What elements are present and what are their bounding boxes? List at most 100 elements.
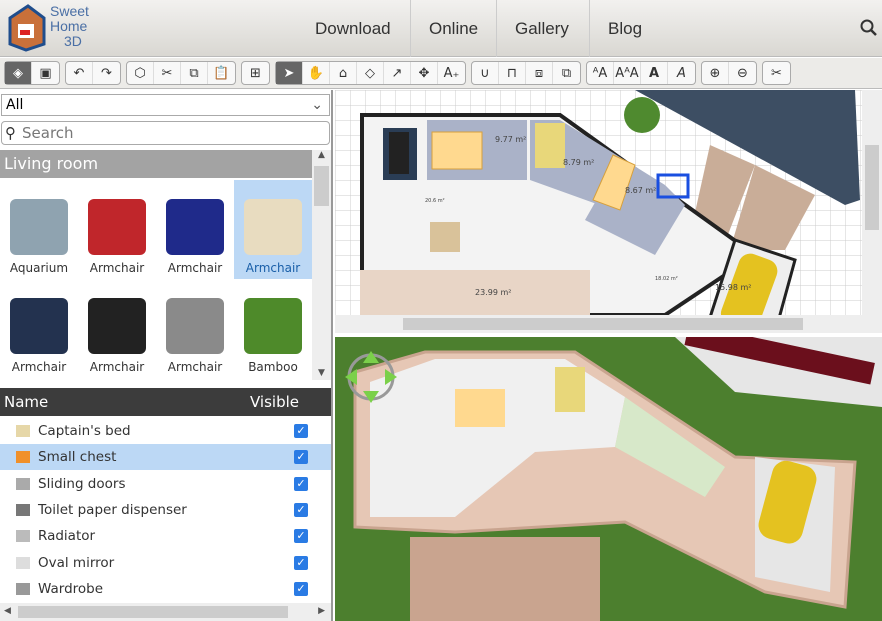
- column-visible[interactable]: Visible: [250, 388, 299, 416]
- column-name[interactable]: Name: [4, 388, 48, 416]
- nav-download[interactable]: Download: [297, 0, 409, 57]
- toolbar: ◈ ▣ ↶ ↷ ⬡ ✂ ⧉ 📋 ⊞ ➤ ✋ ⌂ ◇ ↗ ✥ A₊ ∪ ⊓ ⧈ ⧉ ᴬA AᴬA A A ⊕ ⊖ ✂: [0, 58, 882, 89]
- bold-icon[interactable]: A: [641, 62, 668, 84]
- table-horizontal-scrollbar[interactable]: ◀ ▶: [0, 603, 331, 621]
- furniture-icon: [16, 556, 30, 569]
- undo-icon[interactable]: ↶: [66, 62, 93, 84]
- catalog-item[interactable]: Aquarium: [0, 180, 78, 279]
- furniture-thumbnail: [10, 298, 68, 354]
- toolbar-group: ⬡ ✂ ⧉ 📋: [126, 61, 236, 85]
- catalog-item-label: Aquarium: [9, 261, 69, 275]
- category-filter-select[interactable]: All ⌄: [1, 94, 330, 116]
- catalog-item[interactable]: Armchair: [234, 180, 312, 279]
- area-label: 18.02 m²: [655, 276, 678, 282]
- floor-plan[interactable]: 9.77 m² 8.79 m² 8.67 m² 23.99 m² 20.6 m²…: [335, 90, 882, 333]
- add-label-icon[interactable]: A₊: [438, 62, 465, 84]
- 3d-view[interactable]: [335, 337, 882, 621]
- row-name: Sliding doors: [38, 475, 126, 492]
- toolbar-group: ⊕ ⊖: [701, 61, 757, 85]
- catalog-item-label: Bamboo: [248, 360, 298, 374]
- redo-icon[interactable]: ↷: [93, 62, 120, 84]
- table-row[interactable]: Small chest ✓: [0, 444, 331, 471]
- furniture-icon: [16, 530, 30, 543]
- flip-icon[interactable]: ⧈: [526, 62, 553, 84]
- 3d-house-render[interactable]: [335, 337, 882, 621]
- left-panel: All ⌄ ⚲ Search Living room Aquarium Armchai…: [0, 90, 333, 621]
- sweet-home-3d-logo[interactable]: [6, 4, 48, 52]
- search-icon[interactable]: [860, 19, 878, 37]
- create-dimensions-icon[interactable]: ✥: [411, 62, 438, 84]
- table-row[interactable]: Toilet paper dispenser ✓: [0, 497, 331, 523]
- visible-checkbox[interactable]: ✓: [294, 450, 308, 465]
- catalog-scrollbar[interactable]: ▲ ▼: [312, 150, 331, 380]
- add-furniture-icon[interactable]: ⬡: [127, 62, 154, 84]
- furniture-thumbnail: [166, 298, 224, 354]
- visible-checkbox[interactable]: ✓: [294, 555, 308, 570]
- toolbar-group: ∪ ⊓ ⧈ ⧉: [471, 61, 581, 85]
- toolbar-group: ✂: [762, 61, 791, 85]
- italic-icon[interactable]: A: [668, 62, 695, 84]
- furniture-icon: [16, 477, 30, 490]
- table-row[interactable]: Captain's bed ✓: [0, 418, 331, 444]
- increase-text-icon[interactable]: ᴬA: [587, 62, 614, 84]
- toolbar-group: ⊞: [241, 61, 270, 85]
- row-name: Wardrobe: [38, 580, 104, 597]
- catalog-item[interactable]: Armchair: [78, 279, 156, 378]
- copy-icon[interactable]: ⧉: [181, 62, 208, 84]
- table-row[interactable]: Radiator ✓: [0, 523, 331, 549]
- create-rooms-icon[interactable]: ◇: [357, 62, 384, 84]
- search-input[interactable]: ⚲ Search: [1, 121, 330, 145]
- catalog-item[interactable]: Bamboo: [234, 279, 312, 378]
- magnetism-icon[interactable]: ∪: [472, 62, 499, 84]
- select-icon[interactable]: ➤: [276, 62, 303, 84]
- zoom-in-icon[interactable]: ⊕: [702, 62, 729, 84]
- table-row[interactable]: Wardrobe ✓: [0, 576, 331, 602]
- toolbar-group: ᴬA AᴬA A A: [586, 61, 696, 85]
- area-label: 20.6 m²: [425, 198, 445, 204]
- 3d-view-icon[interactable]: ▣: [32, 62, 59, 84]
- zoom-out-icon[interactable]: ⊖: [729, 62, 756, 84]
- area-label: 15.98 m²: [715, 283, 751, 292]
- furniture-thumbnail: [88, 298, 146, 354]
- furniture-icon: [16, 582, 30, 595]
- area-label: 8.67 m²: [625, 186, 656, 195]
- create-walls-icon[interactable]: ⌂: [330, 62, 357, 84]
- group-icon[interactable]: ⧉: [553, 62, 580, 84]
- table-row[interactable]: Oval mirror ✓: [0, 550, 331, 576]
- area-label: 8.79 m²: [563, 158, 594, 167]
- visible-checkbox[interactable]: ✓: [294, 502, 308, 517]
- create-polylines-icon[interactable]: ↗: [384, 62, 411, 84]
- nav-gallery[interactable]: Gallery: [496, 0, 587, 57]
- visible-checkbox[interactable]: ✓: [294, 424, 308, 438]
- row-name: Small chest: [38, 449, 117, 466]
- furniture-thumbnail: [244, 199, 302, 255]
- plan-view-icon[interactable]: ◈: [5, 62, 32, 84]
- search-icon: ⚲: [5, 124, 16, 142]
- lock-icon[interactable]: ⊓: [499, 62, 526, 84]
- row-name: Toilet paper dispenser: [38, 501, 187, 518]
- visible-checkbox[interactable]: ✓: [294, 581, 308, 596]
- cut-icon[interactable]: ✂: [154, 62, 181, 84]
- furniture-table-header: Name Visible: [0, 388, 331, 416]
- category-header: Living room: [0, 150, 312, 178]
- plan-view[interactable]: 9.77 m² 8.79 m² 8.67 m² 23.99 m² 20.6 m²…: [335, 90, 882, 333]
- catalog-item[interactable]: Armchair: [156, 180, 234, 279]
- pan-icon[interactable]: ✋: [303, 62, 330, 84]
- furniture-icon: [16, 451, 30, 464]
- catalog-item[interactable]: Armchair: [0, 279, 78, 378]
- catalog-item[interactable]: Armchair: [78, 180, 156, 279]
- furniture-thumbnail: [88, 199, 146, 255]
- catalog-item-label: Armchair: [245, 261, 301, 275]
- catalog-item-label: Armchair: [89, 360, 145, 374]
- preferences-icon[interactable]: ✂: [763, 62, 790, 84]
- visible-checkbox[interactable]: ✓: [294, 529, 308, 544]
- add-text-icon[interactable]: ⊞: [242, 62, 269, 84]
- toolbar-group: ↶ ↷: [65, 61, 121, 85]
- nav-blog[interactable]: Blog: [589, 0, 660, 57]
- decrease-text-icon[interactable]: AᴬA: [614, 62, 641, 84]
- nav-online[interactable]: Online: [410, 0, 496, 57]
- visible-checkbox[interactable]: ✓: [294, 476, 308, 491]
- catalog-item[interactable]: Armchair: [156, 279, 234, 378]
- table-row[interactable]: Sliding doors ✓: [0, 471, 331, 497]
- paste-icon[interactable]: 📋: [208, 62, 235, 84]
